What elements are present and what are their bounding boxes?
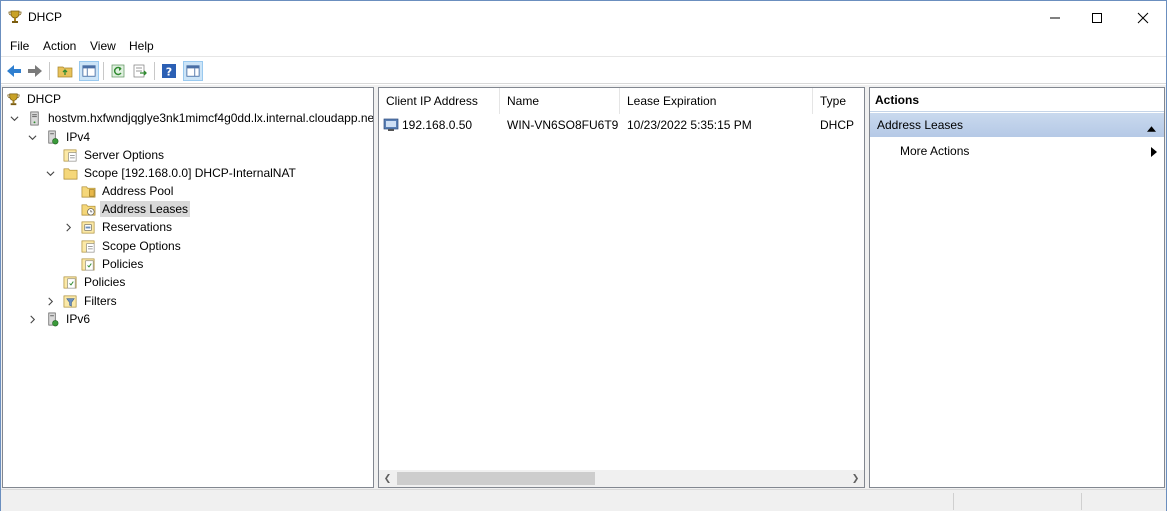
menu-action[interactable]: Action [43,39,76,53]
tree-label: DHCP [27,92,62,106]
close-button[interactable] [1120,1,1166,34]
forward-arrow-icon[interactable] [25,61,45,81]
tree-node-scope[interactable]: Scope [192.168.0.0] DHCP-InternalNAT [44,164,298,182]
tree-node-ipv6[interactable]: IPv6 [26,310,92,328]
lease-name: WIN-VN6SO8FU6T9 [507,118,619,132]
up-folder-icon[interactable] [55,61,75,81]
tree-label: Filters [84,294,117,308]
tree-node-scope-policies[interactable]: Policies [80,255,145,273]
tree-node-address-leases[interactable]: Address Leases [80,200,191,218]
folder-icon [62,165,78,181]
tree-node-server-options[interactable]: Server Options [62,146,166,164]
tree-node-ipv4[interactable]: IPv4 [26,128,92,146]
svg-text:?: ? [166,66,172,79]
menu-view[interactable]: View [90,39,116,53]
tree-label: IPv4 [66,130,91,144]
scrollbar-thumb[interactable] [397,472,595,485]
menu-file[interactable]: File [10,39,29,53]
help-icon[interactable]: ? [159,61,179,81]
chevron-down-icon[interactable] [8,112,20,124]
submenu-arrow-icon [1151,146,1157,160]
toolbar: ? [1,56,1166,84]
dhcp-trophy-icon [5,91,21,107]
chevron-right-icon[interactable] [26,313,38,325]
scroll-right-icon[interactable]: ❯ [847,470,864,487]
tree-label: Scope [192.168.0.0] DHCP-InternalNAT [84,166,296,180]
ipv4-server-icon [44,129,60,145]
tree-label: Server Options [84,148,165,162]
tree-label: Scope Options [102,239,181,253]
main-body: DHCP hostvm.hxfwndjqglye3nk1mimcf4g0dd.l… [1,85,1166,489]
actions-title: Actions [870,88,1164,112]
tree-node-scope-options[interactable]: Scope Options [80,237,183,255]
tree-label: Policies [84,275,126,289]
actions-section-address-leases[interactable]: Address Leases [870,113,1164,137]
list-header: Client IP Address Name Lease Expiration … [379,88,864,114]
policies-icon [62,274,78,290]
tree-label: Reservations [102,220,173,234]
chevron-down-icon[interactable] [44,167,56,179]
address-leases-icon [80,201,96,217]
column-header-type[interactable]: Type [813,88,864,114]
policies-icon [80,256,96,272]
tree-label: hostvm.hxfwndjqglye3nk1mimcf4g0dd.lx.int… [48,111,374,125]
back-arrow-icon[interactable] [4,61,24,81]
tree-label: Policies [102,257,144,271]
chevron-down-icon[interactable] [26,131,38,143]
options-icon [62,147,78,163]
more-actions-item[interactable]: More Actions [900,141,969,161]
maximize-button[interactable] [1074,1,1120,34]
collapse-up-icon[interactable] [1147,121,1156,135]
tree-label: Address Leases [100,201,191,217]
tree-node-filters[interactable]: Filters [44,292,119,310]
address-leases-list: Client IP Address Name Lease Expiration … [378,87,865,488]
chevron-right-icon[interactable] [44,295,56,307]
horizontal-scrollbar[interactable]: ❮ ❯ [379,470,864,487]
tree-node-dhcp[interactable]: DHCP [5,90,63,108]
chevron-right-icon[interactable] [62,221,74,233]
dhcp-trophy-icon [7,9,23,25]
more-actions-label: More Actions [900,144,970,158]
minimize-button[interactable] [1032,1,1078,34]
refresh-icon[interactable] [108,61,128,81]
lease-expiration: 10/23/2022 5:35:15 PM [627,118,752,132]
options-icon [80,238,96,254]
menu-help[interactable]: Help [129,39,154,53]
lease-type: DHCP [820,118,855,132]
column-header-client-ip[interactable]: Client IP Address [379,88,500,114]
export-list-icon[interactable] [130,61,150,81]
menu-bar: File Action View Help [1,35,1166,56]
actions-pane: Actions Address Leases More Actions [869,87,1165,488]
dhcp-window: DHCP File Action View Help ? DHCP hostvm… [0,0,1167,511]
table-row[interactable]: 192.168.0.50 WIN-VN6SO8FU6T9 10/23/2022 … [379,115,864,135]
tree-node-policies[interactable]: Policies [62,273,127,291]
tree-node-address-pool[interactable]: Address Pool [80,182,175,200]
lease-client-icon [383,115,399,135]
show-hide-console-tree-icon[interactable] [79,61,99,81]
reservations-icon [80,219,96,235]
scroll-left-icon[interactable]: ❮ [379,470,396,487]
address-pool-icon [80,183,96,199]
column-header-name[interactable]: Name [500,88,620,114]
status-bar [1,489,1166,511]
filter-icon [62,293,78,309]
show-hide-action-pane-icon[interactable] [183,61,203,81]
tree-node-reservations[interactable]: Reservations [62,218,174,236]
ipv6-server-icon [44,311,60,327]
console-tree: DHCP hostvm.hxfwndjqglye3nk1mimcf4g0dd.l… [2,87,374,488]
column-header-lease-expiration[interactable]: Lease Expiration [620,88,813,114]
tree-label: Address Pool [102,184,174,198]
tree-label: IPv6 [66,312,91,326]
tree-node-server[interactable]: hostvm.hxfwndjqglye3nk1mimcf4g0dd.lx.int… [8,109,374,127]
actions-section-label: Address Leases [877,118,964,132]
title-bar: DHCP [1,1,1166,34]
server-icon [26,110,42,126]
lease-ip: 192.168.0.50 [402,118,473,132]
window-title: DHCP [28,10,63,24]
